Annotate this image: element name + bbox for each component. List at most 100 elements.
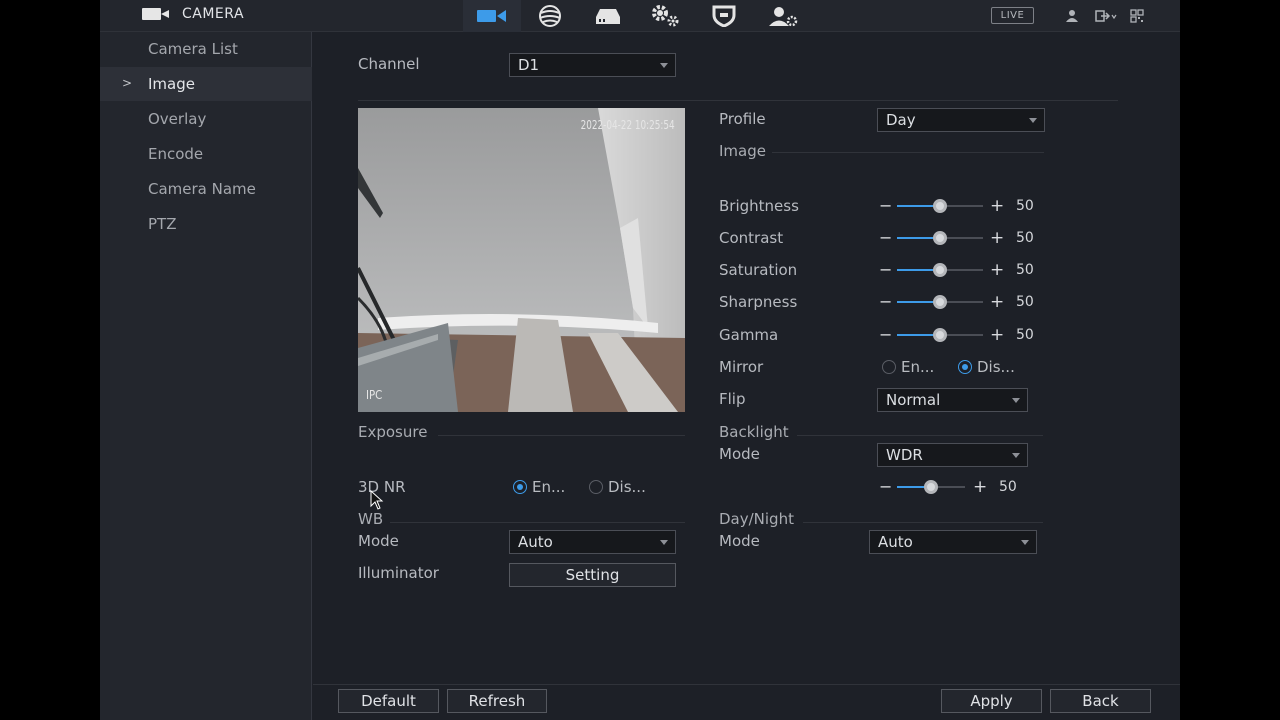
- sidebar-item-ptz[interactable]: PTZ: [100, 207, 312, 241]
- slider-knob[interactable]: [924, 480, 938, 494]
- menu-title: CAMERA: [182, 6, 245, 22]
- increase-icon[interactable]: +: [973, 477, 987, 497]
- increase-icon[interactable]: +: [990, 196, 1004, 216]
- sidebar-item-label: Image: [148, 75, 195, 93]
- daynight-mode-select[interactable]: Auto: [869, 530, 1037, 554]
- chevron-down-icon: [660, 63, 668, 68]
- network-icon[interactable]: [521, 0, 579, 32]
- flip-value: Normal: [886, 391, 941, 409]
- sidebar-item-camera-list[interactable]: Camera List: [100, 32, 312, 66]
- decrease-icon[interactable]: −: [879, 477, 892, 497]
- apply-button[interactable]: Apply: [941, 689, 1042, 713]
- divider: [390, 522, 685, 523]
- saturation-label: Saturation: [719, 261, 798, 279]
- contrast-slider[interactable]: − + 50: [879, 228, 1039, 248]
- sidebar-item-label: Overlay: [148, 110, 207, 128]
- sidebar-item-image[interactable]: > Image: [100, 67, 312, 101]
- brightness-slider[interactable]: − + 50: [879, 196, 1039, 216]
- sidebar-item-camera-name[interactable]: Camera Name: [100, 172, 312, 206]
- slider-knob[interactable]: [933, 295, 947, 309]
- decrease-icon[interactable]: −: [879, 325, 892, 345]
- wb-mode-select[interactable]: Auto: [509, 530, 676, 554]
- backlight-mode-select[interactable]: WDR: [877, 443, 1028, 467]
- mirror-disable-radio[interactable]: Dis...: [958, 358, 1015, 376]
- increase-icon[interactable]: +: [990, 325, 1004, 345]
- flip-select[interactable]: Normal: [877, 388, 1028, 412]
- illuminator-setting-button[interactable]: Setting: [509, 563, 676, 587]
- chevron-down-icon: [1012, 398, 1020, 403]
- camera-icon[interactable]: [463, 0, 521, 32]
- slider-value: 50: [1016, 327, 1034, 343]
- chevron-down-icon: [1021, 540, 1029, 545]
- video-preview: 2022-04-22 10:25:54 IPC: [358, 108, 685, 412]
- exposure-section-title: Exposure: [358, 423, 428, 441]
- chevron-down-icon: [660, 540, 668, 545]
- 3dnr-disable-radio[interactable]: Dis...: [589, 478, 646, 496]
- decrease-icon[interactable]: −: [879, 292, 892, 312]
- app-window: CAMERA LIVE Camera List > Image Overlay E…: [100, 0, 1180, 720]
- mirror-label: Mirror: [719, 358, 764, 376]
- storage-icon[interactable]: [579, 0, 637, 32]
- radio-circle: [589, 480, 603, 494]
- slider-knob[interactable]: [933, 231, 947, 245]
- radio-label: En...: [532, 478, 566, 496]
- slider-value: 50: [999, 479, 1017, 495]
- chevron-down-icon: [1029, 118, 1037, 123]
- contrast-label: Contrast: [719, 229, 784, 247]
- slider-value: 50: [1016, 294, 1034, 310]
- channel-value: D1: [518, 56, 540, 74]
- brightness-label: Brightness: [719, 197, 799, 215]
- slider-value: 50: [1016, 198, 1034, 214]
- mirror-enable-radio[interactable]: En...: [882, 358, 934, 376]
- live-button[interactable]: LIVE: [991, 7, 1034, 24]
- image-section-title: Image: [719, 142, 766, 160]
- chevron-right-icon: >: [122, 76, 133, 90]
- wb-mode-value: Auto: [518, 533, 553, 551]
- decrease-icon[interactable]: −: [879, 260, 892, 280]
- slider-knob[interactable]: [933, 263, 947, 277]
- sidebar-item-label: PTZ: [148, 215, 177, 233]
- gamma-slider[interactable]: − + 50: [879, 325, 1039, 345]
- mouse-pointer-icon: [370, 490, 384, 510]
- backlight-level-slider[interactable]: − + 50: [879, 477, 1029, 497]
- sharpness-slider[interactable]: − + 50: [879, 292, 1039, 312]
- profile-select[interactable]: Day: [877, 108, 1045, 132]
- radio-circle: [958, 360, 972, 374]
- logout-icon[interactable]: [1095, 9, 1117, 23]
- 3dnr-enable-radio[interactable]: En...: [513, 478, 565, 496]
- refresh-button[interactable]: Refresh: [447, 689, 547, 713]
- backlight-mode-label: Mode: [719, 445, 760, 463]
- increase-icon[interactable]: +: [990, 228, 1004, 248]
- channel-select[interactable]: D1: [509, 53, 676, 77]
- settings-icon[interactable]: [637, 0, 695, 32]
- sidebar-item-encode[interactable]: Encode: [100, 137, 312, 171]
- sidebar-item-label: Camera Name: [148, 180, 256, 198]
- increase-icon[interactable]: +: [990, 260, 1004, 280]
- preview-scene: [358, 108, 685, 412]
- wb-mode-label: Mode: [358, 532, 399, 550]
- divider: [438, 435, 685, 436]
- radio-circle: [513, 480, 527, 494]
- profile-label: Profile: [719, 110, 766, 128]
- user-icon[interactable]: [1065, 9, 1079, 23]
- increase-icon[interactable]: +: [990, 292, 1004, 312]
- sidebar-item-overlay[interactable]: Overlay: [100, 102, 312, 136]
- default-button[interactable]: Default: [338, 689, 439, 713]
- preview-watermark: IPC: [366, 388, 383, 402]
- slider-knob[interactable]: [933, 199, 947, 213]
- saturation-slider[interactable]: − + 50: [879, 260, 1039, 280]
- decrease-icon[interactable]: −: [879, 228, 892, 248]
- back-button[interactable]: Back: [1050, 689, 1151, 713]
- radio-label: Dis...: [977, 358, 1015, 376]
- top-bar: CAMERA LIVE: [100, 0, 1180, 32]
- daynight-mode-label: Mode: [719, 532, 760, 550]
- decrease-icon[interactable]: −: [879, 196, 892, 216]
- slider-knob[interactable]: [933, 328, 947, 342]
- account-icon[interactable]: [755, 0, 813, 32]
- wb-section-title: WB: [358, 510, 384, 528]
- slider-value: 50: [1016, 262, 1034, 278]
- radio-label: Dis...: [608, 478, 646, 496]
- qr-code-icon[interactable]: [1130, 9, 1144, 23]
- security-icon[interactable]: [695, 0, 753, 32]
- sidebar-item-label: Encode: [148, 145, 204, 163]
